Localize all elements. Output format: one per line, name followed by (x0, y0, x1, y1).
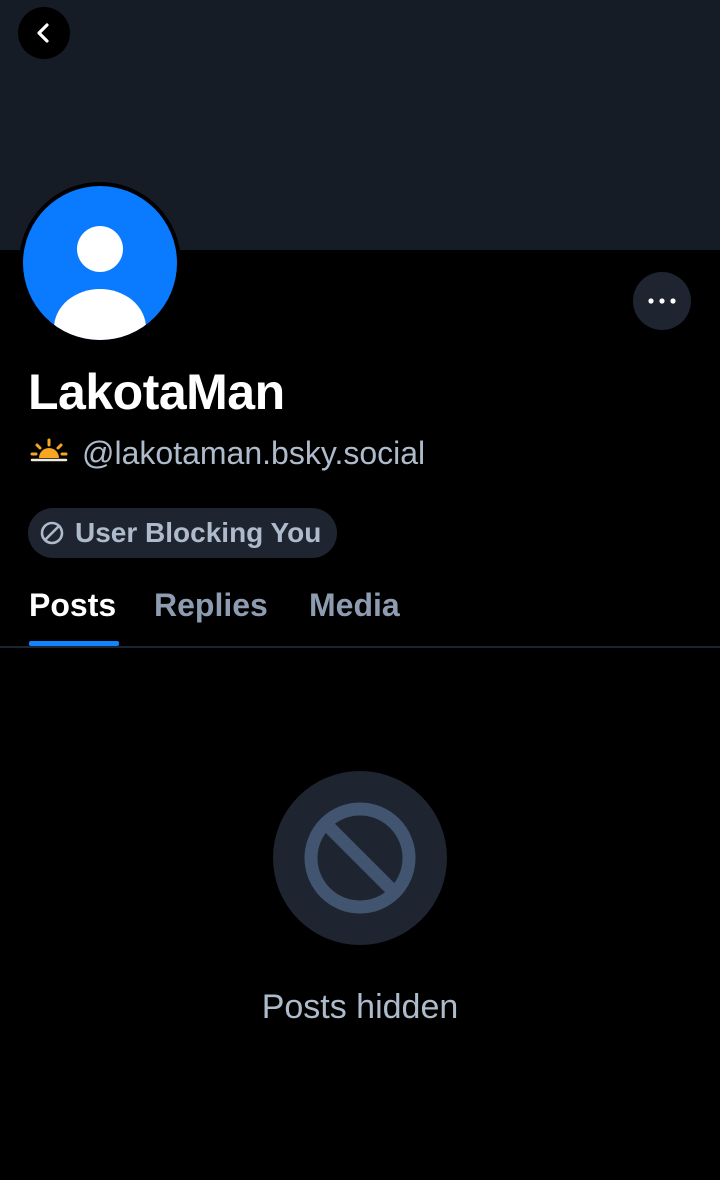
display-name: LakotaMan (28, 364, 285, 420)
active-tab-indicator (29, 641, 119, 646)
profile-tabs: Posts Replies Media (0, 580, 720, 648)
block-icon (40, 521, 64, 545)
user-handle: @lakotaman.bsky.social (82, 434, 426, 471)
handle-row: @lakotaman.bsky.social (30, 432, 425, 474)
sunrise-icon (30, 438, 68, 462)
ellipsis-icon (648, 298, 676, 304)
prohibited-icon (304, 802, 416, 914)
tab-replies[interactable]: Replies (154, 580, 268, 646)
posts-hidden-label: Posts hidden (261, 988, 459, 1026)
blocking-status-label: User Blocking You (75, 517, 322, 548)
avatar[interactable] (19, 182, 181, 344)
back-button[interactable] (18, 7, 70, 59)
default-user-icon (54, 226, 146, 340)
blocking-status-badge[interactable]: User Blocking You (28, 508, 338, 558)
more-options-button[interactable] (633, 272, 691, 330)
tab-posts[interactable]: Posts (29, 580, 116, 646)
chevron-left-icon (37, 23, 49, 43)
posts-hidden-icon-circle (273, 771, 447, 945)
tab-media[interactable]: Media (309, 580, 400, 646)
